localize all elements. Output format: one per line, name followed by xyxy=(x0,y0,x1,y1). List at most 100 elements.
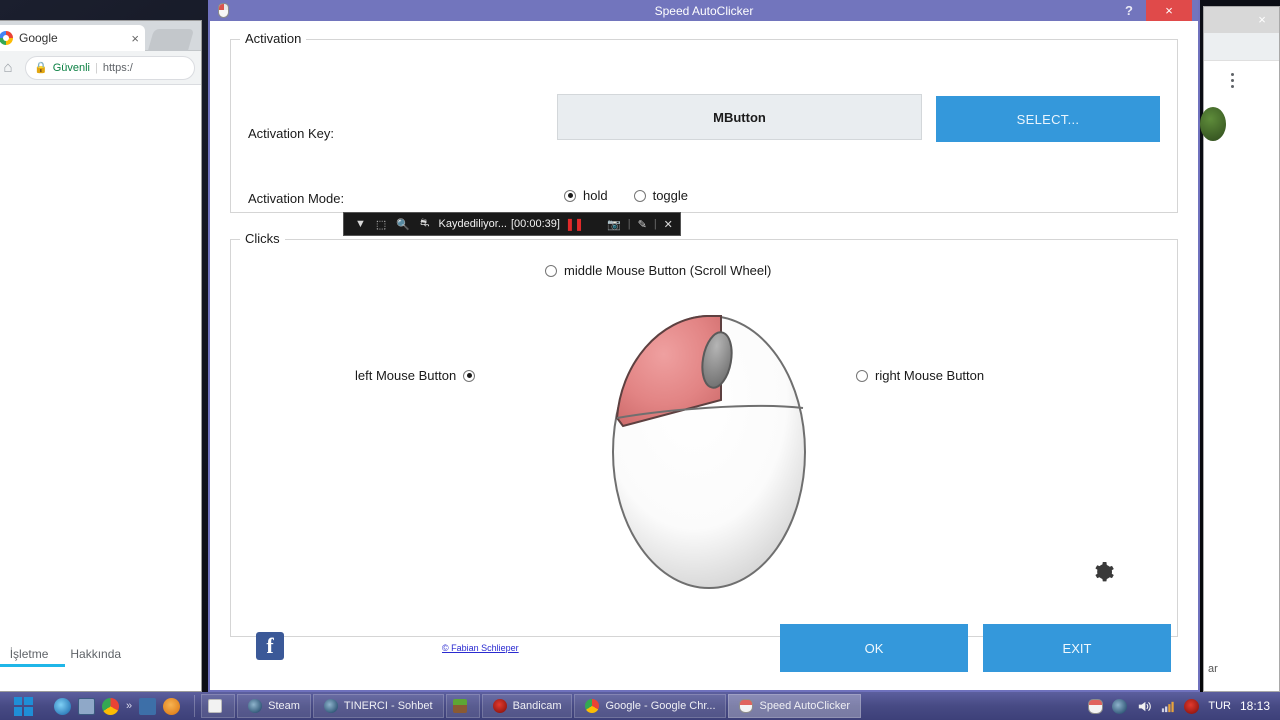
tab-close-icon[interactable]: × xyxy=(131,31,139,46)
mouse-icon xyxy=(218,3,229,18)
taskbar-item-label: Bandicam xyxy=(513,700,562,712)
footer-accent-bar xyxy=(0,664,65,667)
ok-button[interactable]: OK xyxy=(780,624,968,672)
chevron-more-icon[interactable]: » xyxy=(126,700,132,712)
contacts-icon[interactable] xyxy=(139,698,156,715)
region-select-icon[interactable]: ⛐ xyxy=(415,217,435,231)
taskbar-divider xyxy=(194,695,195,717)
omnibox-separator: | xyxy=(95,62,98,74)
quick-launch-bar: » xyxy=(46,698,188,715)
taskbar-item-tinerci-sohbet[interactable]: TINERCI - Sohbet xyxy=(313,694,444,718)
chrome-toolbar: → ⟳ ⌂ 🔒 Güvenli | https:/ xyxy=(0,51,201,85)
facebook-icon[interactable]: f xyxy=(256,632,284,660)
camera-icon[interactable]: 📷 xyxy=(602,218,626,231)
google-footer-links: Reklam İşletme Hakkında xyxy=(0,647,201,661)
background-window-bottom-text: ar xyxy=(1208,663,1218,675)
mouse-icon xyxy=(739,699,753,713)
radio-dot-icon xyxy=(856,370,868,382)
document-icon xyxy=(208,699,222,713)
recording-status-text: Kaydediliyor... xyxy=(439,218,507,230)
computer-mouse-illustration xyxy=(603,302,815,590)
chrome-browser-window[interactable]: Google × → ⟳ ⌂ 🔒 Güvenli | https:/ Rekla… xyxy=(0,20,202,692)
close-icon[interactable]: × xyxy=(1251,10,1273,30)
taskbar-item-minecraft[interactable] xyxy=(446,694,480,718)
activation-mode-label: Activation Mode: xyxy=(248,191,344,206)
internet-explorer-icon[interactable] xyxy=(54,698,71,715)
taskbar: » Steam TINERCI - Sohbet Bandicam Google xyxy=(0,692,1280,720)
radio-dot-icon xyxy=(463,370,475,382)
steam-tray-icon[interactable] xyxy=(1112,699,1127,714)
chrome-tab-strip: Google × xyxy=(0,21,201,51)
radio-mode-hold[interactable]: hold xyxy=(564,188,608,203)
kebab-menu-icon[interactable] xyxy=(1222,65,1242,95)
toolbar-separator: | xyxy=(626,218,633,230)
new-tab-button[interactable] xyxy=(148,29,194,51)
pause-icon[interactable]: ❚❚ xyxy=(560,217,588,231)
clicks-group-legend: Clicks xyxy=(240,231,285,246)
close-icon[interactable]: ✕ xyxy=(659,218,678,231)
browser-tab-google[interactable]: Google × xyxy=(0,25,145,51)
activation-group-legend: Activation xyxy=(240,31,306,46)
address-bar[interactable]: 🔒 Güvenli | https:/ xyxy=(25,56,195,80)
radio-label: left Mouse Button xyxy=(355,368,456,383)
bandicam-recording-toolbar[interactable]: ▼ ⬚ 🔍 ⛐ Kaydediliyor... [00:00:39] ❚❚ 📷 … xyxy=(343,212,681,236)
activation-key-label: Activation Key: xyxy=(248,126,334,141)
radio-label: middle Mouse Button (Scroll Wheel) xyxy=(564,263,771,278)
home-icon[interactable]: ⌂ xyxy=(0,59,17,76)
recording-timer: [00:00:39] xyxy=(511,218,560,230)
language-indicator[interactable]: TUR xyxy=(1208,700,1231,712)
taskbar-item-bandicam[interactable]: Bandicam xyxy=(482,694,573,718)
taskbar-item-google-chrome[interactable]: Google - Google Chr... xyxy=(574,694,726,718)
exit-button[interactable]: EXIT xyxy=(983,624,1171,672)
google-favicon xyxy=(0,31,13,45)
autoclicker-tray-icon[interactable] xyxy=(1088,699,1103,714)
window-target-icon[interactable]: ⬚ xyxy=(371,218,391,231)
radio-label: right Mouse Button xyxy=(875,368,984,383)
radio-left-mouse-button[interactable]: left Mouse Button xyxy=(355,368,475,383)
clicks-group: Clicks middle Mouse Button (Scroll Wheel… xyxy=(230,239,1178,637)
window-title: Speed AutoClicker xyxy=(655,4,754,18)
footer-link-isletme[interactable]: İşletme xyxy=(10,647,49,661)
background-window-toolbar xyxy=(1204,33,1279,61)
select-key-button[interactable]: SELECT... xyxy=(936,96,1160,142)
bandicam-tray-icon[interactable] xyxy=(1184,699,1199,714)
minecraft-icon xyxy=(453,699,467,713)
background-window-title-bar: × xyxy=(1204,7,1279,33)
show-desktop-icon[interactable] xyxy=(78,698,95,715)
credit-link[interactable]: © Fabian Schlieper xyxy=(442,643,519,653)
pencil-icon[interactable]: ✎ xyxy=(633,218,652,231)
window-title-bar[interactable]: Speed AutoClicker ? × xyxy=(210,0,1198,21)
radio-right-mouse-button[interactable]: right Mouse Button xyxy=(856,368,984,383)
windows-start-icon[interactable] xyxy=(0,692,46,720)
activation-group: Activation Activation Key: MButton SELEC… xyxy=(230,39,1178,213)
background-window-right[interactable]: × ar xyxy=(1203,6,1280,692)
radio-middle-mouse-button[interactable]: middle Mouse Button (Scroll Wheel) xyxy=(545,263,771,278)
lock-icon: 🔒 xyxy=(34,61,48,74)
chrome-page-content: Reklam İşletme Hakkında xyxy=(0,85,201,689)
radio-mode-toggle[interactable]: toggle xyxy=(634,188,688,203)
activation-key-display[interactable]: MButton xyxy=(557,94,922,140)
chrome-icon xyxy=(585,699,599,713)
media-player-icon[interactable] xyxy=(163,698,180,715)
taskbar-item-document[interactable] xyxy=(201,694,235,718)
taskbar-item-speed-autoclicker[interactable]: Speed AutoClicker xyxy=(728,694,861,718)
chrome-icon[interactable] xyxy=(102,698,119,715)
close-button[interactable]: × xyxy=(1146,0,1192,21)
taskbar-item-label: Google - Google Chr... xyxy=(605,700,715,712)
help-button[interactable]: ? xyxy=(1118,1,1140,20)
magnifier-icon[interactable]: 🔍 xyxy=(391,218,415,231)
footer-link-hakkinda[interactable]: Hakkında xyxy=(70,647,121,661)
activation-mode-radio-group: hold toggle xyxy=(564,188,688,203)
gear-icon[interactable] xyxy=(1091,560,1115,584)
speed-autoclicker-window[interactable]: Speed AutoClicker ? × Activation Activat… xyxy=(208,0,1200,692)
url-text: https:/ xyxy=(103,62,133,74)
volume-icon[interactable] xyxy=(1136,699,1151,714)
network-icon[interactable] xyxy=(1160,699,1175,714)
system-tray: TUR 18:13 xyxy=(1088,699,1280,714)
desktop-screen: er 0D e er ör 1.8 Google × → ⟳ ⌂ 🔒 Güven… xyxy=(0,0,1280,720)
chevron-down-icon[interactable]: ▼ xyxy=(350,218,371,230)
taskbar-item-steam[interactable]: Steam xyxy=(237,694,311,718)
window-content: Activation Activation Key: MButton SELEC… xyxy=(210,21,1198,690)
steam-icon xyxy=(248,699,262,713)
clock[interactable]: 18:13 xyxy=(1240,699,1270,713)
